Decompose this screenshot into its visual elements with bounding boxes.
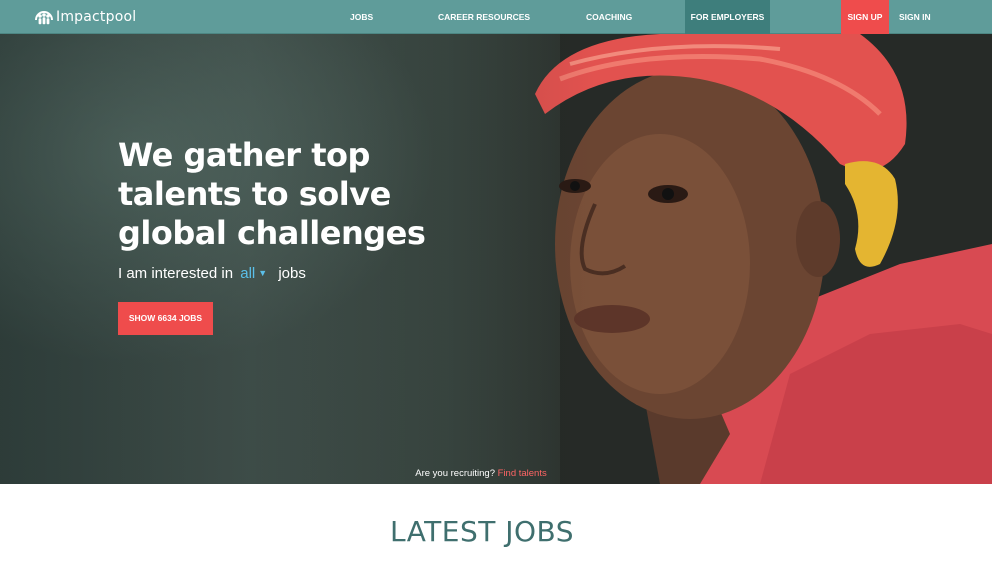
hero-overlay xyxy=(0,34,992,484)
brand-logo[interactable]: Impactpool xyxy=(34,7,136,27)
find-talents-link[interactable]: Find talents xyxy=(498,468,547,479)
latest-jobs-heading: LATEST JOBS xyxy=(389,515,575,548)
sign-in-link[interactable]: SIGN IN xyxy=(899,0,931,34)
sign-up-button[interactable]: SIGN UP xyxy=(841,0,889,34)
hero-banner: We gather top talents to solve global ch… xyxy=(0,34,992,484)
nav-career-resources-link[interactable]: CAREER RESOURCES xyxy=(438,0,530,34)
job-category-dropdown[interactable]: all xyxy=(240,265,255,282)
top-navbar: Impactpool JOBS CAREER RESOURCES COACHIN… xyxy=(0,0,992,34)
nav-coaching-link[interactable]: COACHING xyxy=(586,0,632,34)
show-jobs-button[interactable]: SHOW 6634 JOBS xyxy=(118,302,213,335)
nav-jobs-link[interactable]: JOBS xyxy=(350,0,373,34)
interest-selector: I am interested in all ▼ jobs xyxy=(118,265,306,282)
interest-suffix: jobs xyxy=(278,265,306,282)
recruiting-text: Are you recruiting? xyxy=(415,468,495,479)
nav-for-employers-link[interactable]: FOR EMPLOYERS xyxy=(685,0,770,34)
caret-down-icon[interactable]: ▼ xyxy=(258,268,267,278)
impactpool-logo-icon xyxy=(35,11,53,25)
recruiting-prompt: Are you recruiting? Find talents xyxy=(0,468,962,479)
hero-headline: We gather top talents to solve global ch… xyxy=(118,136,426,252)
interest-prefix: I am interested in xyxy=(118,265,234,282)
brand-name: Impactpool xyxy=(56,9,137,25)
